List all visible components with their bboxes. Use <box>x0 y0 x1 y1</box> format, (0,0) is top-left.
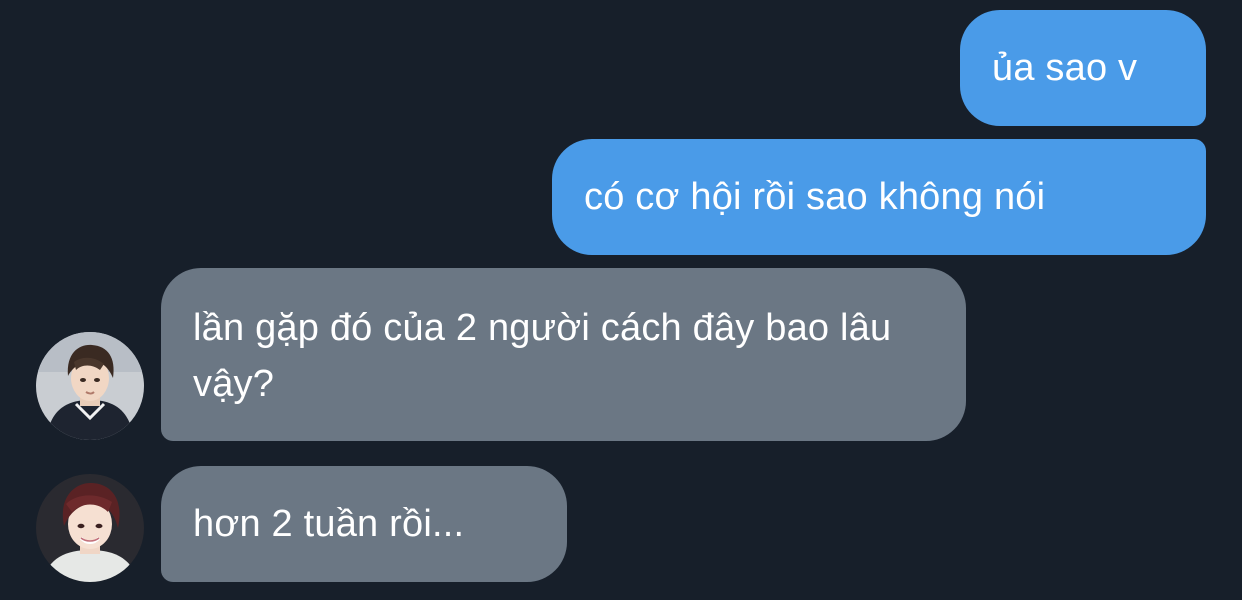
received-message-bubble[interactable]: lần gặp đó của 2 người cách đây bao lâu … <box>161 268 966 441</box>
chat-thread: ủa sao v có cơ hội rồi sao không nói lần… <box>0 0 1242 600</box>
avatar-photo-icon <box>36 332 144 440</box>
message-text: hơn 2 tuần rồi... <box>193 503 465 545</box>
contact-avatar[interactable] <box>36 332 144 440</box>
sent-message-bubble[interactable]: ủa sao v <box>960 10 1206 126</box>
message-text: lần gặp đó của 2 người cách đây bao lâu … <box>193 307 892 405</box>
sent-message-bubble[interactable]: có cơ hội rồi sao không nói <box>552 139 1206 255</box>
contact-avatar[interactable] <box>36 474 144 582</box>
avatar-photo-icon <box>36 474 144 582</box>
received-message-bubble[interactable]: hơn 2 tuần rồi... <box>161 466 567 582</box>
message-text: có cơ hội rồi sao không nói <box>584 176 1046 218</box>
message-text: ủa sao v <box>992 47 1138 89</box>
